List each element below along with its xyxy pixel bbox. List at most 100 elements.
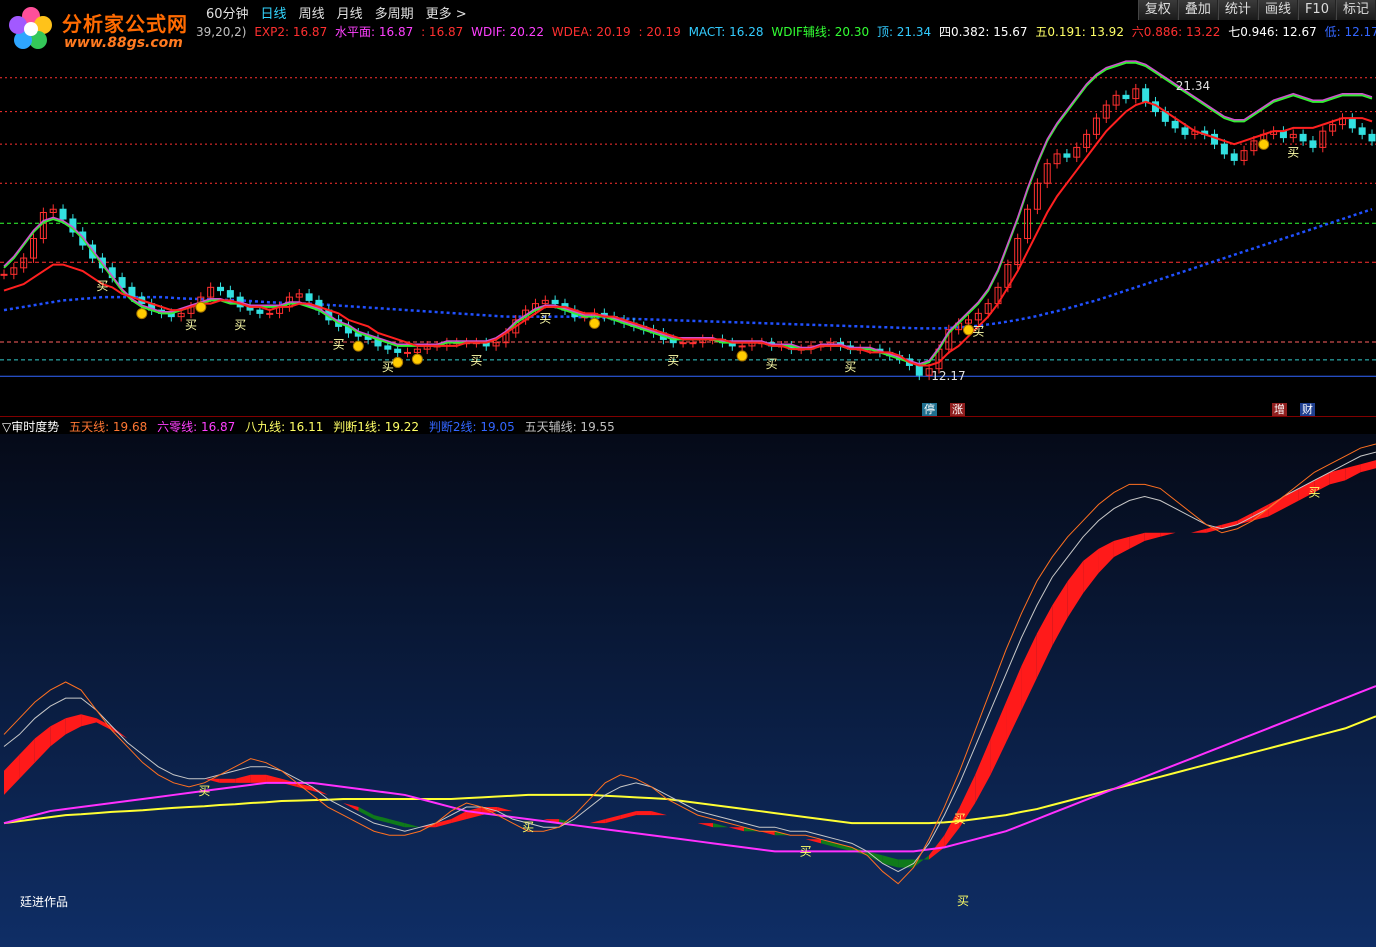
indicator-sixty: 六零线: 16.87 [157,420,236,434]
buy-signal-label-2: 买 [234,318,246,332]
ribbon-segment-4 [65,714,82,735]
bottom-buy-label: 买 [957,894,970,908]
ribbon-segment-29 [451,811,467,824]
ribbon-segment-0 [4,754,20,795]
ribbon-segment-11 [173,766,189,775]
ribbon-segment-69 [1067,561,1084,618]
flower-logo-icon [9,7,52,49]
ribbon-segment-43 [666,815,683,820]
candle-body-139 [1368,133,1376,142]
indicator-buy-label-1: 买 [522,820,534,834]
buy-signal-label-0: 买 [96,279,108,293]
ribbon-segment-16 [250,774,267,783]
ribbon-segment-74 [1144,532,1161,541]
candle-body-124 [1220,143,1228,155]
ribbon-segment-45 [697,823,714,828]
ribbon-segment-5 [81,714,97,727]
candle-body-23 [226,290,234,298]
ribbon-segment-22 [343,803,359,812]
candle-body-40 [394,348,402,353]
buy-signal-label-7: 买 [667,354,679,368]
tag-finance: 财 [1300,403,1315,416]
ribbon-segment-68 [1052,581,1068,646]
ribbon-segment-88 [1360,460,1376,473]
ribbon-segment-59 [913,855,929,868]
buy-signal-label-9: 买 [844,360,856,374]
ribbon-segment-46 [713,823,729,828]
buy-signal-label-4: 买 [382,360,394,374]
ribbon-segment-80 [1237,512,1253,525]
ribbon-segment-33 [512,811,529,816]
ribbon-segment-73 [1129,532,1145,549]
ribbon-segment-23 [358,807,374,820]
ribbon-segment-75 [1160,532,1176,537]
candle-body-138 [1358,127,1366,135]
ribbon-segment-51 [790,835,806,840]
ribbon-segment-44 [682,819,698,824]
ribbon-segment-87 [1345,464,1361,481]
ribbon-segment-1 [19,738,35,779]
indicator-five-aux: 五天辅线: 19.55 [524,420,615,434]
ribbon-segment-58 [898,859,914,868]
candle-body-0 [0,273,8,276]
ribbon-segment-71 [1098,540,1114,574]
indicator-buy-label-3: 买 [954,812,966,826]
ribbon-segment-14 [219,778,236,783]
ribbon-segment-24 [373,815,390,824]
indicator-title-row: ▽审时度势 五天线: 19.68 六零线: 16.87 八九线: 16.11 判… [2,418,621,435]
main-price-chart: 买买 买买买 买买买买买买买21.3412.17 [0,60,1376,383]
indicator-buy-label-2: 买 [800,844,812,858]
candle-body-70 [689,342,697,345]
panel-divider [0,416,1376,417]
ribbon-segment-17 [266,774,282,783]
buy-signal-label-6: 买 [539,311,551,325]
buy-signal-label-8: 买 [766,357,778,371]
candle-body-56 [551,299,559,305]
tag-halt: 停 [922,403,937,416]
indicator-eighty-nine: 八九线: 16.11 [245,420,324,434]
indicator-judge2: 判断2线: 19.05 [428,420,515,434]
ribbon-segment-41 [636,811,652,816]
candle-body-120 [1181,127,1189,135]
ribbon-segment-9 [142,750,159,759]
ribbon-segment-72 [1113,536,1130,557]
indicator-judge1: 判断1线: 19.22 [333,420,420,434]
candle-body-108 [1063,153,1071,158]
buy-signal-label-5: 买 [470,354,482,368]
ribbon-segment-40 [620,811,637,820]
tag-rise: 涨 [950,403,965,416]
ribbon-segment-12 [188,774,205,779]
gold-signal-dot-1 [195,301,207,313]
ribbon-segment-53 [821,839,837,848]
indicator-name[interactable]: ▽审时度势 [2,420,59,434]
ribbon-segment-54 [836,843,852,852]
red-ma-line [3,100,1373,367]
buy-signal-label-3: 买 [333,337,345,351]
candle-body-6 [59,208,67,220]
five-aux-line [3,451,1376,873]
indicator-chart: 买买买买买 [3,443,1376,885]
candle-body-125 [1230,153,1238,161]
ribbon-segment-49 [759,831,775,836]
candle-body-27 [266,312,274,315]
ribbon-segment-39 [605,815,621,824]
ribbon-segment-13 [204,778,220,783]
ribbon-segment-10 [158,758,174,767]
ribbon-segment-66 [1021,633,1037,711]
site-logo: 分析家公式网 www.88gs.com [4,2,204,54]
ribbon-segment-3 [50,718,66,747]
ribbon-segment-15 [235,774,251,783]
candle-body-22 [217,286,225,292]
tag-increase: 增 [1272,403,1287,416]
candle-body-119 [1171,120,1179,129]
candle-body-132 [1299,133,1307,142]
magenta-envelope-line [3,60,1373,365]
ribbon-segment-65 [1006,665,1022,743]
gold-signal-dot-2 [352,340,364,352]
indicator-buy-label-0: 买 [198,784,210,798]
ribbon-segment-28 [435,819,452,828]
author-credit: 廷进作品 [20,895,69,909]
gold-signal-dot-6 [736,350,748,362]
gold-signal-dot-0 [136,308,148,320]
ribbon-segment-67 [1036,605,1053,678]
